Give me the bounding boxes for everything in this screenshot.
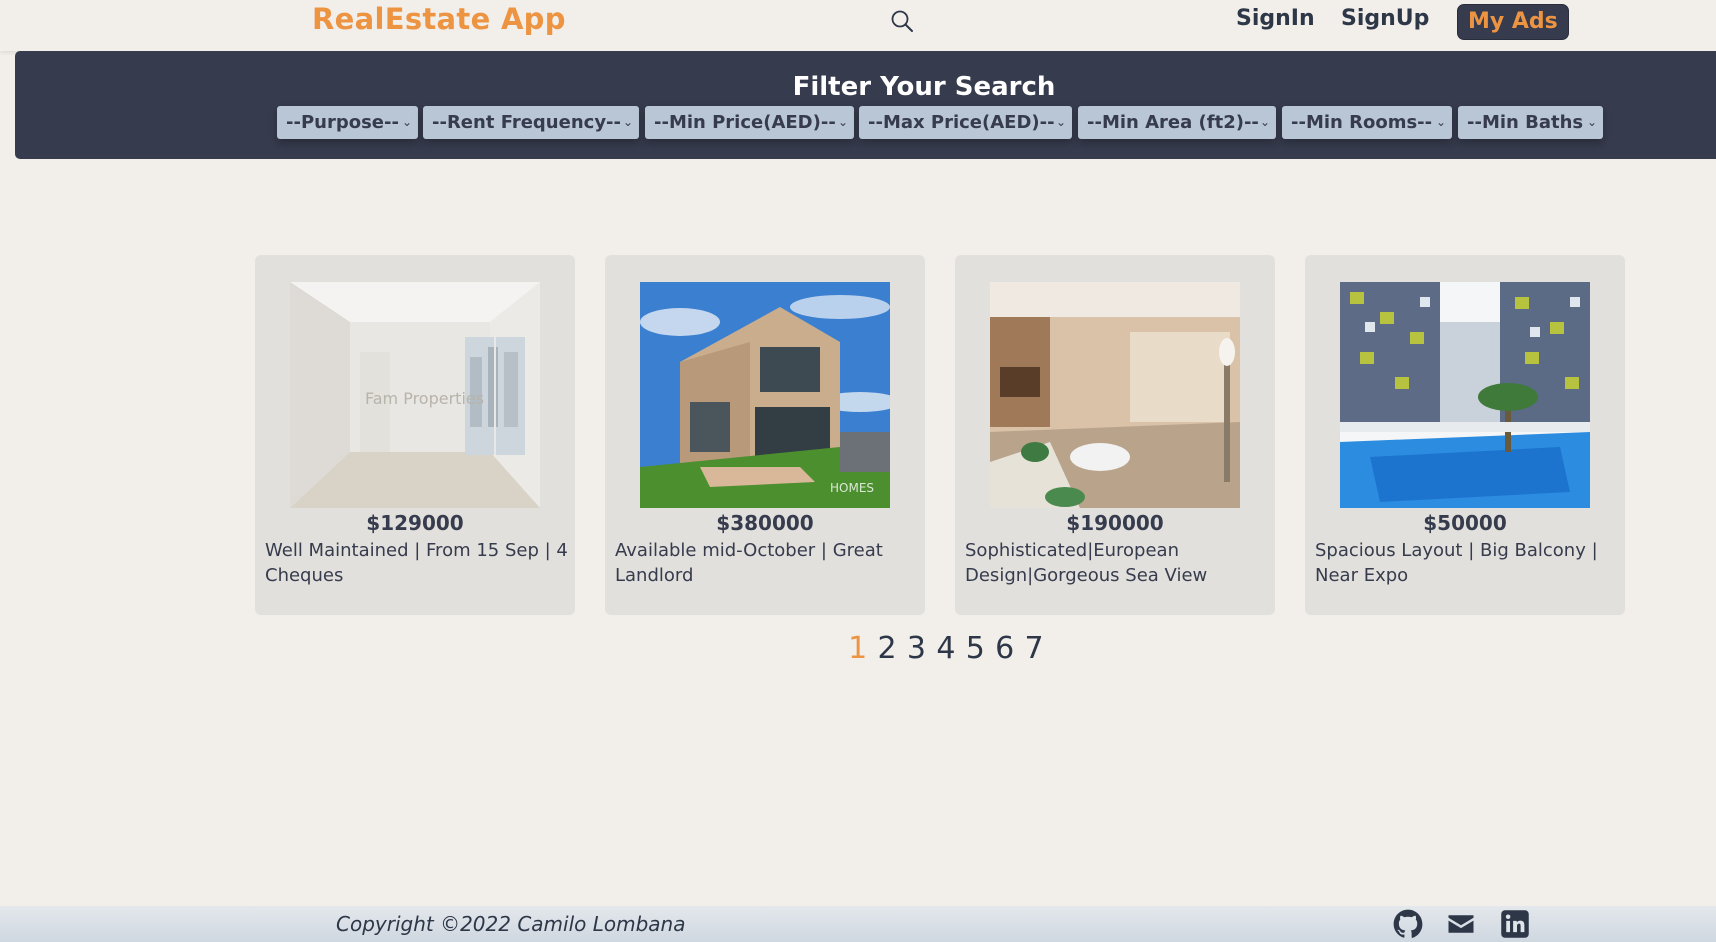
navbar: RealEstate App SignIn SignUp My Ads (0, 0, 1716, 51)
max-price-select[interactable]: --Max Price(AED)-- ⌄ (859, 106, 1072, 139)
min-price-select[interactable]: --Min Price(AED)-- ⌄ (645, 106, 854, 139)
chevron-down-icon: ⌄ (1259, 115, 1270, 129)
footer: Copyright ©2022 Camilo Lombana (0, 906, 1716, 942)
listing-title[interactable]: Spacious Layout | Big Balcony | Near Exp… (1315, 538, 1620, 588)
page-3-link[interactable]: 3 (902, 631, 931, 666)
page-7-link[interactable]: 7 (1019, 631, 1048, 666)
brand-logo[interactable]: RealEstate App (312, 2, 566, 36)
purpose-select-label: --Purpose-- (286, 112, 399, 133)
chevron-down-icon: ⌄ (1435, 115, 1446, 129)
signin-link[interactable]: SignIn (1236, 6, 1315, 31)
my-ads-button[interactable]: My Ads (1457, 4, 1569, 40)
min-area-select[interactable]: --Min Area (ft2)-- ⌄ (1078, 106, 1276, 139)
page-1-link[interactable]: 1 (843, 631, 872, 666)
purpose-select[interactable]: --Purpose-- ⌄ (277, 106, 418, 139)
min-baths-select[interactable]: --Min Baths ⌄ (1458, 106, 1603, 139)
listing-card[interactable]: $50000 Spacious Layout | Big Balcony | N… (1305, 255, 1625, 615)
page-4-link[interactable]: 4 (931, 631, 960, 666)
signup-link[interactable]: SignUp (1341, 6, 1429, 31)
chevron-down-icon: ⌄ (1586, 115, 1597, 129)
listing-image[interactable]: Fam Properties (290, 282, 540, 508)
min-baths-select-label: --Min Baths (1467, 112, 1584, 133)
min-area-select-label: --Min Area (ft2)-- (1087, 112, 1259, 133)
listing-card[interactable]: Fam Properties $129000 Well Maintained |… (255, 255, 575, 615)
listing-price: $50000 (1423, 511, 1507, 535)
linkedin-icon[interactable] (1500, 909, 1530, 939)
listing-title[interactable]: Sophisticated|European Design|Gorgeous S… (965, 538, 1270, 588)
min-price-select-label: --Min Price(AED)-- (654, 112, 836, 133)
listing-watermark: HOMES (830, 481, 874, 495)
page-5-link[interactable]: 5 (961, 631, 990, 666)
filter-panel: Filter Your Search --Purpose-- ⌄ --Rent … (15, 51, 1716, 159)
listing-image[interactable] (990, 282, 1240, 508)
search-icon[interactable] (890, 9, 914, 33)
listing-title[interactable]: Available mid-October | Great Landlord (615, 538, 920, 588)
chevron-down-icon: ⌄ (622, 115, 633, 129)
listing-price: $129000 (366, 511, 464, 535)
listing-watermark: Fam Properties (365, 389, 484, 408)
filter-title: Filter Your Search (792, 72, 1056, 102)
copyright-text: Copyright ©2022 Camilo Lombana (336, 912, 686, 936)
listing-image[interactable] (1340, 282, 1590, 508)
page-6-link[interactable]: 6 (990, 631, 1019, 666)
max-price-select-label: --Max Price(AED)-- (868, 112, 1055, 133)
listing-price: $190000 (1066, 511, 1164, 535)
mail-icon[interactable] (1446, 909, 1476, 939)
page-2-link[interactable]: 2 (872, 631, 901, 666)
github-icon[interactable] (1393, 909, 1423, 939)
min-rooms-select-label: --Min Rooms-- (1291, 112, 1433, 133)
listing-title[interactable]: Well Maintained | From 15 Sep | 4 Cheque… (265, 538, 570, 588)
listing-price: $380000 (716, 511, 814, 535)
min-rooms-select[interactable]: --Min Rooms-- ⌄ (1282, 106, 1452, 139)
rent-frequency-select-label: --Rent Frequency-- (432, 112, 621, 133)
chevron-down-icon: ⌄ (401, 115, 412, 129)
listing-card[interactable]: HOMES $380000 Available mid-October | Gr… (605, 255, 925, 615)
chevron-down-icon: ⌄ (837, 115, 848, 129)
listing-image[interactable]: HOMES (640, 282, 890, 508)
rent-frequency-select[interactable]: --Rent Frequency-- ⌄ (423, 106, 639, 139)
chevron-down-icon: ⌄ (1055, 115, 1066, 129)
listing-card[interactable]: $190000 Sophisticated|European Design|Go… (955, 255, 1275, 615)
pagination: 1 2 3 4 5 6 7 (843, 631, 1049, 666)
